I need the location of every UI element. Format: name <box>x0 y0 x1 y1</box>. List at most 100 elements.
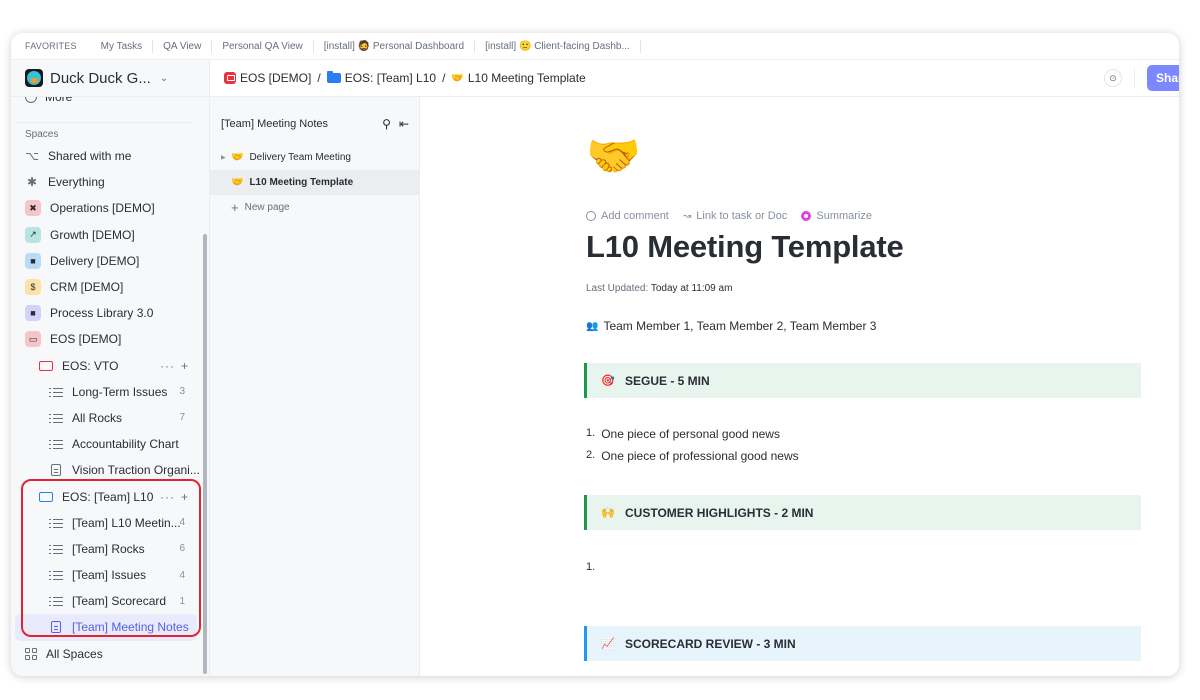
favorites-bar: FAVORITES My Tasks QA View Personal QA V… <box>11 33 1179 60</box>
list-icon <box>49 596 63 606</box>
breadcrumb-page[interactable]: 🤝 L10 Meeting Template <box>451 71 585 85</box>
favorite-personal-dashboard[interactable]: [install] 🧔 Personal Dashboard <box>314 39 476 53</box>
sidebar-item-label: [Team] L10 Meetin... <box>72 515 181 530</box>
sidebar-item-accountability-chart[interactable]: Accountability Chart <box>11 431 201 457</box>
item-count: 7 <box>179 412 185 424</box>
list-icon <box>49 518 63 528</box>
sidebar-item-label: Vision Traction Organi... <box>72 463 200 478</box>
breadcrumb-separator: / <box>442 71 446 85</box>
section-segue[interactable]: 🎯 SEGUE - 5 MIN <box>584 363 1141 398</box>
expand-caret-icon[interactable]: ▶ <box>221 154 226 161</box>
sidebar-item-team-l10-meetings[interactable]: [Team] L10 Meetin... 4 <box>11 510 201 536</box>
sidebar-folder-eos-vto[interactable]: EOS: VTO ··· + <box>11 353 201 379</box>
link-task-button[interactable]: ↝ Link to task or Doc <box>683 210 787 222</box>
favorite-client-dashboard[interactable]: [install] 🙂 Client-facing Dashb... <box>475 39 641 53</box>
sidebar-scrollbar[interactable] <box>203 234 207 674</box>
sidebar-folder-team-l10[interactable]: EOS: [Team] L10 ··· + <box>11 483 201 509</box>
add-icon[interactable]: + <box>181 359 189 373</box>
grid-icon <box>25 647 37 660</box>
search-icon[interactable]: ⚲ <box>382 117 391 131</box>
sidebar-item-delivery[interactable]: ■ Delivery [DEMO] <box>11 248 201 274</box>
new-page-button[interactable]: + New page <box>210 195 419 220</box>
spaces-section-label: Spaces <box>25 129 59 140</box>
sidebar-more-label: More <box>45 97 73 104</box>
list-icon <box>49 387 63 397</box>
sidebar-item-growth[interactable]: ↗ Growth [DEMO] <box>11 222 201 248</box>
link-task-label: Link to task or Doc <box>696 210 788 222</box>
section-title: SEGUE - 5 MIN <box>625 373 710 388</box>
last-updated-label: Last Updated: <box>586 283 649 294</box>
sidebar-item-vision-traction[interactable]: Vision Traction Organi... <box>11 457 201 483</box>
sidebar-item-all-spaces[interactable]: All Spaces <box>11 641 201 667</box>
breadcrumb-space-label: EOS [DEMO] <box>240 71 312 85</box>
share-icon: ⌥ <box>25 149 39 164</box>
folder-open-icon <box>39 360 53 371</box>
list-icon <box>49 439 63 449</box>
breadcrumb: EOS [DEMO] / EOS: [Team] L10 / 🤝 L10 Mee… <box>210 71 1104 85</box>
sidebar-item-label: EOS [DEMO] <box>50 332 122 347</box>
sidebar-item-label: Everything <box>48 175 105 190</box>
team-members-text[interactable]: Team Member 1, Team Member 2, Team Membe… <box>603 319 876 333</box>
tag-icon[interactable]: ⊙ <box>1104 69 1122 87</box>
sidebar-item-all-rocks[interactable]: All Rocks 7 <box>11 405 201 431</box>
page-title[interactable]: L10 Meeting Template <box>586 229 904 265</box>
sidebar-item-label: [Team] Meeting Notes <box>72 620 189 635</box>
sidebar-item-eos-demo[interactable]: ▭ EOS [DEMO] <box>11 326 201 352</box>
team-members: 👥 Team Member 1, Team Member 2, Team Mem… <box>586 319 876 333</box>
tree-item-l10-meeting-template[interactable]: 🤝 L10 Meeting Template <box>210 170 419 195</box>
sidebar-item-team-rocks[interactable]: [Team] Rocks 6 <box>11 536 201 562</box>
sidebar-item-long-term-issues[interactable]: Long-Term Issues 3 <box>11 379 201 405</box>
workspace-name: Duck Duck G... <box>50 69 151 87</box>
sidebar-item-process-library[interactable]: ■ Process Library 3.0 <box>11 300 201 326</box>
section-customer-highlights[interactable]: 🙌 CUSTOMER HIGHLIGHTS - 2 MIN <box>584 495 1141 530</box>
book-icon: ■ <box>25 305 41 322</box>
sidebar-folder-label: EOS: [Team] L10 <box>62 489 154 504</box>
add-comment-button[interactable]: Add comment <box>586 210 669 222</box>
sidebar-item-team-issues[interactable]: [Team] Issues 4 <box>11 562 201 588</box>
sidebar-item-shared-with-me[interactable]: ⌥ Shared with me <box>11 143 201 169</box>
tree-item-delivery-team-meeting[interactable]: ▶ 🤝 Delivery Team Meeting <box>210 145 419 170</box>
share-button[interactable]: Share <box>1147 65 1179 91</box>
section-scorecard-review[interactable]: 📈 SCORECARD REVIEW - 3 MIN <box>584 626 1141 661</box>
list-item[interactable]: 2. One piece of professional good news <box>586 449 799 471</box>
sidebar-more[interactable]: More <box>25 97 72 104</box>
sidebar-item-label: CRM [DEMO] <box>50 280 124 295</box>
more-options-icon[interactable]: ··· <box>160 359 175 373</box>
sidebar-item-team-scorecard[interactable]: [Team] Scorecard 1 <box>11 588 201 614</box>
breadcrumb-space[interactable]: EOS [DEMO] <box>224 71 311 85</box>
sidebar-item-label: Process Library 3.0 <box>50 306 154 321</box>
doc-tree-list: ▶ 🤝 Delivery Team Meeting 🤝 L10 Meeting … <box>210 145 419 220</box>
summarize-label: Summarize <box>816 210 872 222</box>
tree-item-label: Delivery Team Meeting <box>249 152 351 163</box>
list-item[interactable]: 1. One piece of personal good news <box>586 427 799 449</box>
chevron-down-icon: ⌄ <box>159 72 169 84</box>
sidebar-item-crm[interactable]: $ CRM [DEMO] <box>11 274 201 300</box>
sidebar-item-team-meeting-notes[interactable]: [Team] Meeting Notes <box>15 614 197 641</box>
sidebar-item-label: Shared with me <box>48 149 132 164</box>
collapse-panel-icon[interactable]: ⇤ <box>399 117 409 131</box>
chat-dollar-icon: $ <box>25 279 41 296</box>
add-icon[interactable]: + <box>181 490 189 504</box>
folder-actions: ··· + <box>160 359 189 373</box>
header-actions: ⊙ Share <box>1104 65 1179 91</box>
sidebar-folder-label: EOS: VTO <box>62 358 119 373</box>
sidebar-item-label: Long-Term Issues <box>72 384 168 399</box>
sidebar-item-operations[interactable]: ✖ Operations [DEMO] <box>11 195 201 221</box>
favorite-qa-view[interactable]: QA View <box>153 39 213 53</box>
sidebar-item-everything[interactable]: ✱ Everything <box>11 169 201 195</box>
last-updated: Last Updated: Today at 11:09 am <box>586 283 732 294</box>
sidebar-item-label: Growth [DEMO] <box>50 227 135 242</box>
workspace-switcher[interactable]: Duck Duck G... ⌄ <box>11 60 210 96</box>
list-item[interactable]: 1. <box>586 561 601 583</box>
breadcrumb-folder[interactable]: EOS: [Team] L10 <box>326 71 436 85</box>
new-page-label: New page <box>244 202 290 213</box>
page-icon-handshake[interactable]: 🤝 <box>586 135 641 179</box>
favorite-personal-qa-view[interactable]: Personal QA View <box>212 39 314 53</box>
more-options-icon[interactable]: ··· <box>160 490 175 504</box>
handshake-icon: 🤝 <box>451 72 464 84</box>
summarize-button[interactable]: Summarize <box>801 210 872 222</box>
sidebar-item-label: Delivery [DEMO] <box>50 253 140 268</box>
favorite-my-tasks[interactable]: My Tasks <box>91 39 154 53</box>
target-icon: 🎯 <box>601 375 615 387</box>
last-updated-value: Today at 11:09 am <box>650 283 733 294</box>
